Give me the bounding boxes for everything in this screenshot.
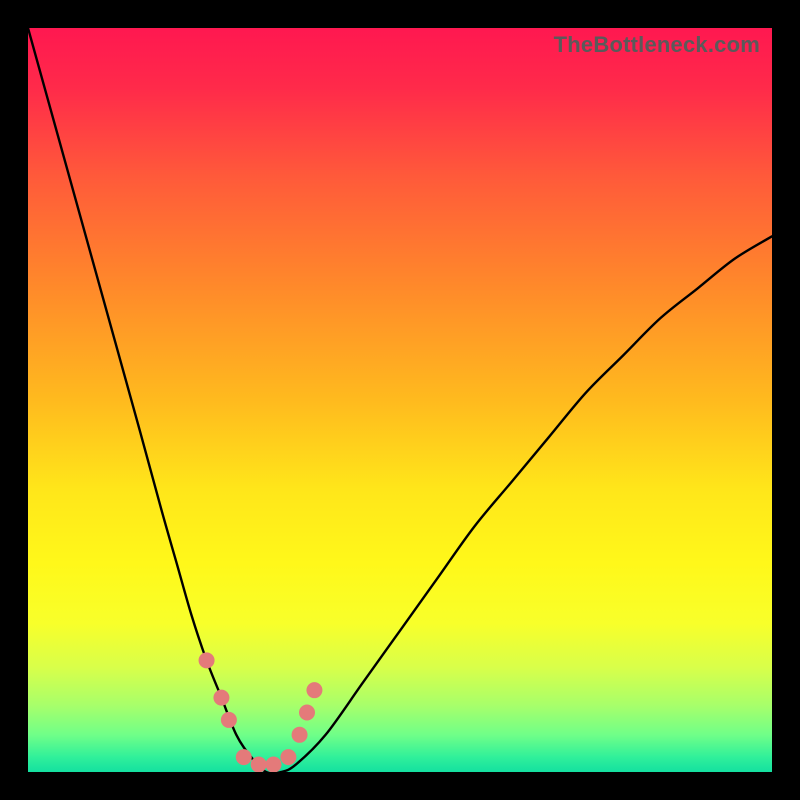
curve-marker	[221, 712, 237, 728]
bottleneck-curve	[28, 28, 772, 772]
plot-area: TheBottleneck.com	[28, 28, 772, 772]
curve-marker	[251, 757, 267, 772]
curve-marker	[199, 652, 215, 668]
curve-marker	[299, 704, 315, 720]
curve-marker	[306, 682, 322, 698]
curve-marker	[292, 727, 308, 743]
curve-marker	[213, 690, 229, 706]
curve-marker	[280, 749, 296, 765]
curve-marker	[266, 757, 282, 772]
curve-markers	[199, 652, 323, 772]
curves-layer	[28, 28, 772, 772]
watermark-text: TheBottleneck.com	[554, 32, 760, 58]
curve-marker	[236, 749, 252, 765]
chart-frame: TheBottleneck.com	[0, 0, 800, 800]
